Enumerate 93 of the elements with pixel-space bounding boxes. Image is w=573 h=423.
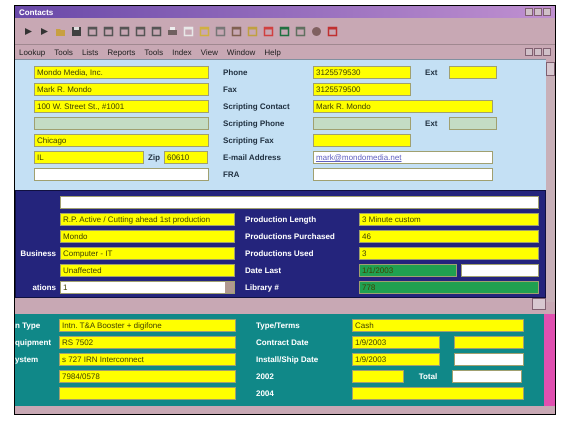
window-icon[interactable] xyxy=(135,26,146,36)
menu-item[interactable]: Index xyxy=(172,48,192,56)
input-field[interactable]: Mondo Media, Inc. xyxy=(34,66,209,79)
window-icon[interactable] xyxy=(87,26,98,36)
input-field[interactable]: 1/9/2003 xyxy=(352,336,440,349)
window-icon[interactable] xyxy=(103,26,114,36)
input-field[interactable]: 7984/0578 xyxy=(59,370,236,383)
input-field[interactable] xyxy=(313,117,411,130)
field-label: E-mail Address xyxy=(223,153,282,162)
minimize-button[interactable] xyxy=(525,8,533,16)
input-field[interactable]: Computer - IT xyxy=(60,247,235,260)
field-label: ystem xyxy=(15,355,40,364)
input-field[interactable]: Mondo xyxy=(60,230,235,243)
field-label: Productions Used xyxy=(245,249,314,258)
menu-item[interactable]: View xyxy=(200,48,218,56)
maximize-button[interactable] xyxy=(534,48,542,56)
input-field[interactable] xyxy=(452,370,522,383)
input-field[interactable] xyxy=(34,117,209,130)
window-icon[interactable] xyxy=(151,26,162,36)
field-label: Fax xyxy=(223,85,238,94)
field-label: Ext xyxy=(425,68,438,77)
field-label: Scripting Phone xyxy=(223,119,286,128)
input-field[interactable]: Mark R. Mondo xyxy=(34,83,209,96)
input-field[interactable]: 3 xyxy=(359,247,539,260)
input-field[interactable] xyxy=(313,168,493,181)
input-field[interactable] xyxy=(449,66,497,79)
input-field[interactable] xyxy=(454,336,524,349)
field-label: Total xyxy=(418,372,438,381)
field-label: Contract Date xyxy=(256,338,310,347)
input-field[interactable] xyxy=(352,387,524,400)
field-label: quipment xyxy=(15,338,52,347)
arrow-icon[interactable] xyxy=(39,26,50,36)
input-field[interactable] xyxy=(461,264,539,277)
field-label: Productions Purchased xyxy=(245,232,336,241)
field-label: Scripting Fax xyxy=(223,136,275,145)
input-field[interactable]: Intn. T&A Booster + digifone xyxy=(59,319,236,332)
input-field[interactable]: R.P. Active / Cutting ahead 1st production xyxy=(60,213,235,226)
field-label: ations xyxy=(31,283,56,292)
window-icon[interactable] xyxy=(231,26,242,36)
input-field[interactable]: Chicago xyxy=(34,134,209,147)
close-button[interactable] xyxy=(543,8,551,16)
input-field[interactable] xyxy=(34,168,209,181)
field-label: Scripting Contact xyxy=(223,102,291,111)
field-label: Phone xyxy=(223,68,248,77)
input-field[interactable]: 60610 xyxy=(164,151,208,164)
input-field[interactable]: Unaffected xyxy=(60,264,235,277)
input-field[interactable]: IL xyxy=(34,151,144,164)
window-icon[interactable] xyxy=(215,26,226,36)
input-field[interactable]: s 727 IRN Interconnect xyxy=(59,353,236,366)
menu-item[interactable]: Window xyxy=(226,48,256,56)
window-title: Contacts xyxy=(19,8,54,16)
menu-item[interactable]: Tools xyxy=(144,48,164,56)
field-label: Install/Ship Date xyxy=(256,355,320,364)
maximize-button[interactable] xyxy=(534,8,542,16)
close-button[interactable] xyxy=(543,48,551,56)
field-label: Zip xyxy=(148,153,160,162)
field-label: 2004 xyxy=(256,389,275,398)
input-field[interactable] xyxy=(449,117,497,130)
field-label: Ext xyxy=(425,119,438,128)
input-field[interactable]: 3 Minute custom xyxy=(359,213,539,226)
input-field[interactable]: 3125579500 xyxy=(313,83,411,96)
window-icon[interactable] xyxy=(119,26,130,36)
field-label: Library # xyxy=(245,283,280,292)
input-field[interactable]: mark@mondomedia.net xyxy=(313,151,493,164)
menu-item[interactable]: Lists xyxy=(82,48,98,56)
field-label: n Type xyxy=(15,321,42,330)
menu-item[interactable]: Help xyxy=(264,48,281,56)
input-field[interactable] xyxy=(313,134,411,147)
input-field[interactable] xyxy=(60,196,539,209)
input-field[interactable]: 100 W. Street St., #1001 xyxy=(34,100,209,113)
input-field[interactable]: 3125579530 xyxy=(313,66,411,79)
input-field[interactable] xyxy=(352,370,404,383)
menu-item[interactable]: Reports xyxy=(107,48,136,56)
menu-item[interactable]: Tools xyxy=(54,48,73,56)
minimize-button[interactable] xyxy=(525,48,533,56)
scrollbar[interactable] xyxy=(546,62,555,302)
printer-icon[interactable] xyxy=(167,26,178,36)
input-field[interactable]: Mark R. Mondo xyxy=(313,100,493,113)
field-label: Type/Terms xyxy=(256,321,301,330)
input-field[interactable] xyxy=(59,387,236,400)
input-field[interactable] xyxy=(454,353,524,366)
input-field[interactable]: 46 xyxy=(359,230,539,243)
field-label: Date Last xyxy=(245,266,282,275)
input-field[interactable]: Cash xyxy=(352,319,524,332)
arrow-icon[interactable] xyxy=(23,26,34,36)
input-field[interactable]: RS 7502 xyxy=(59,336,236,349)
field-label: Production Length xyxy=(245,215,318,224)
field-label: 2002 xyxy=(256,372,275,381)
menu-item[interactable]: Lookup xyxy=(19,48,46,56)
field-label: Business xyxy=(19,249,56,258)
dropdown[interactable]: 1 xyxy=(60,281,235,294)
input-field[interactable]: 1/9/2003 xyxy=(352,353,440,366)
field-label: FRA xyxy=(223,170,240,179)
